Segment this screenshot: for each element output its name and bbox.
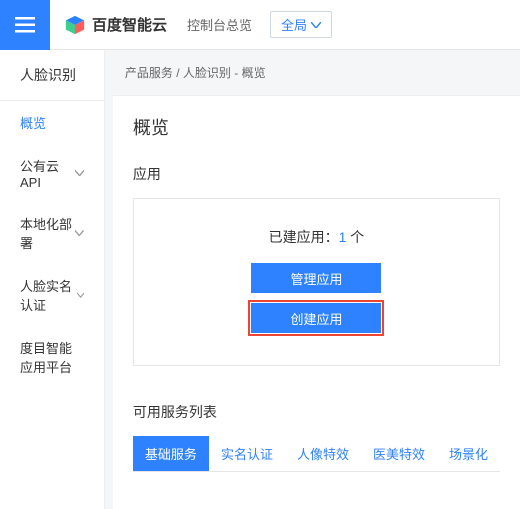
service-tab-1[interactable]: 实名认证 [209, 436, 285, 471]
service-tab-3[interactable]: 医美特效 [361, 436, 437, 471]
sidebar-item-1[interactable]: 公有云API [0, 144, 104, 202]
chevron-down-icon [77, 292, 84, 298]
sidebar-item-2[interactable]: 本地化部署 [0, 202, 104, 264]
sidebar-item-3[interactable]: 人脸实名认证 [0, 264, 104, 326]
sidebar-item-label: 本地化部署 [20, 214, 75, 252]
sidebar-item-label: 概览 [20, 113, 46, 132]
service-tab-4[interactable]: 场景化 [437, 436, 500, 471]
sidebar-item-label: 公有云API [20, 156, 75, 190]
app-section-title: 应用 [133, 164, 500, 184]
sidebar-item-0[interactable]: 概览 [0, 101, 104, 144]
brand-name: 百度智能云 [92, 14, 167, 35]
chevron-down-icon [75, 170, 84, 176]
sidebar: 人脸识别 概览公有云API 本地化部署人脸实名认证度目智能应用平台 [0, 50, 105, 509]
manage-app-button[interactable]: 管理应用 [251, 263, 381, 293]
service-tabs: 基础服务实名认证人像特效医美特效场景化 [133, 436, 500, 472]
service-tab-0[interactable]: 基础服务 [133, 436, 209, 471]
sidebar-item-4[interactable]: 度目智能应用平台 [0, 326, 104, 388]
menu-toggle-button[interactable] [0, 0, 50, 50]
global-scope-select[interactable]: 全局 [270, 11, 332, 38]
app-card: 已建应用：1 个 管理应用 创建应用 [133, 198, 500, 366]
chevron-down-icon [311, 22, 321, 28]
chevron-down-icon [75, 230, 84, 236]
sidebar-item-label: 度目智能应用平台 [20, 338, 84, 376]
console-label[interactable]: 控制台总览 [187, 15, 252, 34]
sidebar-title: 人脸识别 [0, 50, 104, 101]
hamburger-icon [15, 17, 35, 33]
logo-icon [64, 14, 86, 36]
page-title: 概览 [133, 114, 500, 140]
brand-area: 百度智能云 [50, 14, 181, 36]
global-scope-label: 全局 [281, 15, 307, 34]
main-content: 产品服务 / 人脸识别 - 概览 概览 应用 已建应用：1 个 管理应用 创建应… [105, 50, 520, 509]
app-count-suffix: 个 [346, 229, 364, 245]
service-tab-2[interactable]: 人像特效 [285, 436, 361, 471]
app-count-prefix: 已建应用： [269, 229, 339, 245]
breadcrumb: 产品服务 / 人脸识别 - 概览 [105, 50, 520, 95]
create-app-button[interactable]: 创建应用 [251, 303, 381, 333]
app-count-line: 已建应用：1 个 [154, 227, 479, 247]
service-section-title: 可用服务列表 [133, 402, 500, 422]
sidebar-item-label: 人脸实名认证 [20, 276, 77, 314]
